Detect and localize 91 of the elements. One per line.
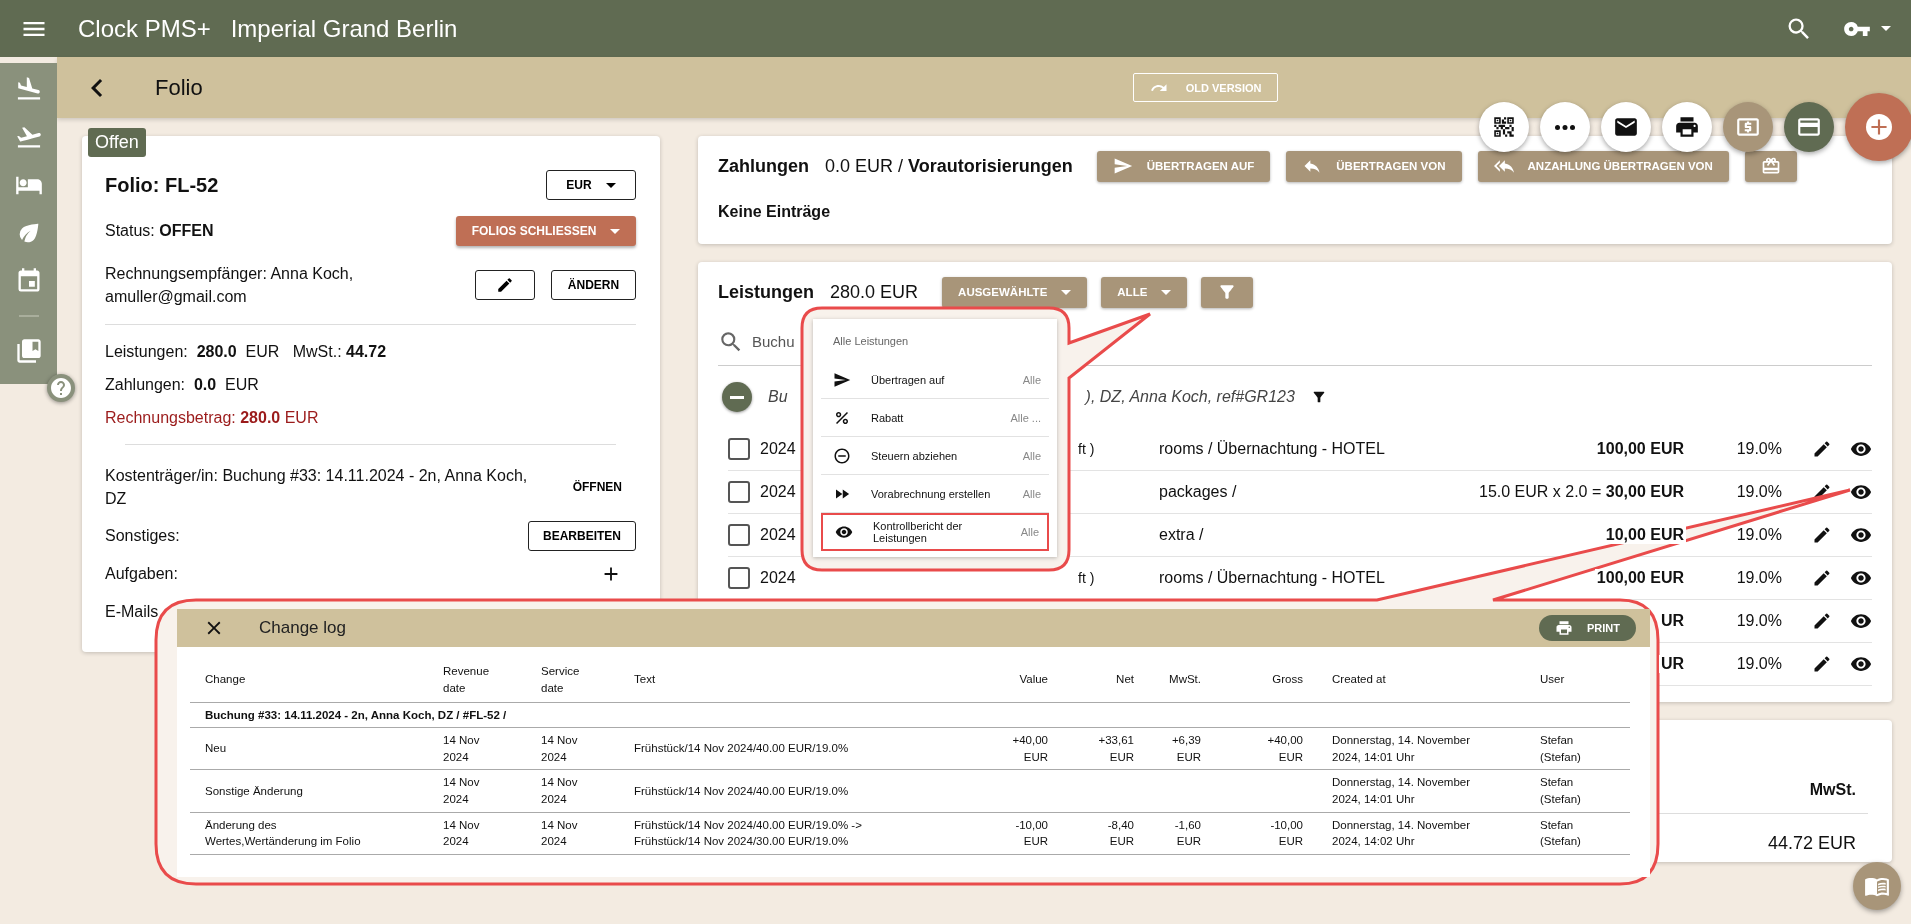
column-header: MwSt.: [1168, 672, 1201, 688]
column-header: Text: [634, 672, 657, 688]
amount-cell: 15.0 EUR x 2.0 = 30,00 EUR: [1477, 483, 1686, 501]
column-header: MwSt.: [1809, 780, 1856, 800]
hotel-name: Imperial Grand Berlin: [230, 14, 458, 43]
edit-other-button[interactable]: BEARBEITEN: [528, 521, 636, 551]
services-total: Leistungen: 280.0 EUR MwSt.: 44.72: [105, 342, 388, 362]
emails-label: E-Mails: [105, 602, 159, 623]
open-button[interactable]: ÖFFNEN: [558, 472, 636, 502]
column-header: Value: [1018, 672, 1048, 688]
table-cell-text: Stefan (Stefan): [1540, 733, 1582, 765]
other-label: Sonstiges:: [105, 526, 180, 547]
amount-cell: UR: [1658, 655, 1686, 673]
table-cell-text: Frühstück/14 Nov 2024/40.00 EUR/19.0% -> Frühstück/14 Nov 2024/30.00 EUR/19.0%: [634, 817, 863, 850]
description-cell: rooms / Übernachtung - HOTEL: [1159, 440, 1385, 458]
vat-cell: 19.0%: [1736, 440, 1782, 458]
detail-cell: ft ): [1078, 570, 1095, 586]
table-cell-text: -10,00 EUR: [1269, 817, 1303, 850]
table-cell-text: -8,40 EUR: [1106, 817, 1134, 850]
table-cell-text: Stefan (Stefan): [1540, 775, 1582, 807]
date-cell: 2024: [760, 526, 796, 544]
column-header: Service date: [541, 663, 581, 696]
table-cell-text: 14 Nov 2024: [541, 733, 579, 765]
table-cell-text: Neu: [205, 741, 228, 757]
amount-cell: 10,00 EUR: [1603, 526, 1686, 544]
date-cell: 2024: [760, 440, 796, 458]
tasks-label: Aufgaben:: [105, 564, 178, 585]
table-cell-text: Frühstück/14 Nov 2024/40.00 EUR/19.0%: [634, 741, 850, 757]
column-header: Revenue date: [443, 663, 491, 696]
column-header: Change: [205, 672, 247, 688]
recipient-text: Rechnungsempfänger: Anna Koch, amuller@gmail.com: [105, 263, 355, 307]
table-cell-text: 14 Nov 2024: [541, 775, 579, 807]
date-cell: 2024: [760, 569, 796, 587]
payments-summary: 0.0 EUR / Vorautorisierungen: [825, 155, 1073, 177]
payer-text: Kostenträger/in: Buchung #33: 14.11.2024 - 2n, Anna Koch, DZ: [105, 465, 529, 509]
menu-item[interactable]: Kontrollbericht der Leistungen Alle: [821, 513, 1049, 551]
dialog-title: Change log: [259, 618, 347, 638]
table-cell-text: 14 Nov 2024: [443, 775, 481, 807]
vat-cell: 19.0%: [1736, 569, 1782, 587]
group-title: ), DZ, Anna Koch, ref#GR123: [1085, 388, 1295, 406]
detail-cell: ft ): [1078, 441, 1095, 457]
table-cell-text: Änderung des Wertes,Wertänderung im Folio: [205, 817, 362, 850]
table-cell-text: -10,00 EUR: [1014, 817, 1048, 850]
table-cell-text: +40,00 EUR: [1011, 733, 1048, 765]
table-cell-text: +40,00 EUR: [1266, 733, 1303, 765]
description-cell: packages /: [1159, 483, 1237, 501]
table-cell-text: 14 Nov 2024: [443, 733, 481, 765]
vat-cell: 19.0%: [1736, 526, 1782, 544]
search-field[interactable]: Buchu: [752, 333, 796, 350]
vat-cell: 19.0%: [1736, 655, 1782, 673]
table-cell-text: 14 Nov 2024: [443, 817, 481, 850]
app-title: Clock PMS+: [78, 14, 211, 43]
vat-cell: 19.0%: [1736, 612, 1782, 630]
status-badge: Offen: [88, 128, 146, 157]
table-cell-text: Frühstück/14 Nov 2024/40.00 EUR/19.0%: [634, 783, 850, 799]
close-folios-button[interactable]: FOLIOS SCHLIESSEN: [456, 216, 636, 246]
table-cell-text: Sonstige Änderung: [205, 783, 304, 799]
column-header: Net: [1115, 672, 1134, 688]
table-cell-text: Donnerstag, 14. November 2024, 14:02 Uhr: [1331, 817, 1472, 850]
services-title: Leistungen: [718, 281, 814, 303]
currency-select[interactable]: EUR: [546, 170, 636, 200]
group-prefix: Bu: [768, 388, 788, 406]
invoice-amount: Rechnungsbetrag: 280.0 EUR: [105, 408, 320, 428]
table-cell-text: Donnerstag, 14. November 2024, 14:01 Uhr: [1331, 775, 1472, 807]
page-title: Folio: [155, 74, 203, 101]
status-text: Status: OFFEN: [105, 221, 214, 242]
print-button[interactable]: PRINT: [1539, 615, 1636, 641]
payments-title: Zahlungen: [718, 155, 809, 177]
table-cell-text: +33,61 EUR: [1097, 733, 1134, 765]
folio-title: Folio: FL-52: [105, 172, 219, 198]
column-header: Created at: [1331, 672, 1387, 688]
payments-total: Zahlungen: 0.0 EUR: [105, 375, 260, 395]
amount-cell: 100,00 EUR: [1594, 440, 1686, 458]
vat-cell: 19.0%: [1736, 483, 1782, 501]
amount-cell: 100,00 EUR: [1594, 569, 1686, 587]
column-header: Gross: [1271, 672, 1303, 688]
vat-total: 44.72 EUR: [1767, 832, 1856, 856]
change-button[interactable]: ÄNDERN: [551, 270, 636, 300]
table-cell-text: 14 Nov 2024: [541, 817, 579, 850]
table-cell-text: -1,60 EUR: [1173, 817, 1201, 850]
description-cell: extra /: [1159, 526, 1204, 544]
description-cell: rooms / Übernachtung - HOTEL: [1159, 569, 1385, 587]
table-cell-text: Donnerstag, 14. November 2024, 14:01 Uhr: [1331, 733, 1472, 765]
services-amount: 280.0 EUR: [830, 281, 919, 303]
date-cell: 2024: [760, 483, 796, 501]
group-heading: Buchung #33: 14.11.2024 - 2n, Anna Koch, DZ / #FL-52 /: [190, 703, 1630, 728]
empty-message: Keine Einträge: [718, 202, 831, 222]
menu-title: Alle Leistungen: [832, 334, 910, 349]
table-cell-text: Stefan (Stefan): [1540, 817, 1582, 850]
table-cell-text: +6,39 EUR: [1170, 733, 1201, 765]
column-header: User: [1540, 672, 1566, 688]
